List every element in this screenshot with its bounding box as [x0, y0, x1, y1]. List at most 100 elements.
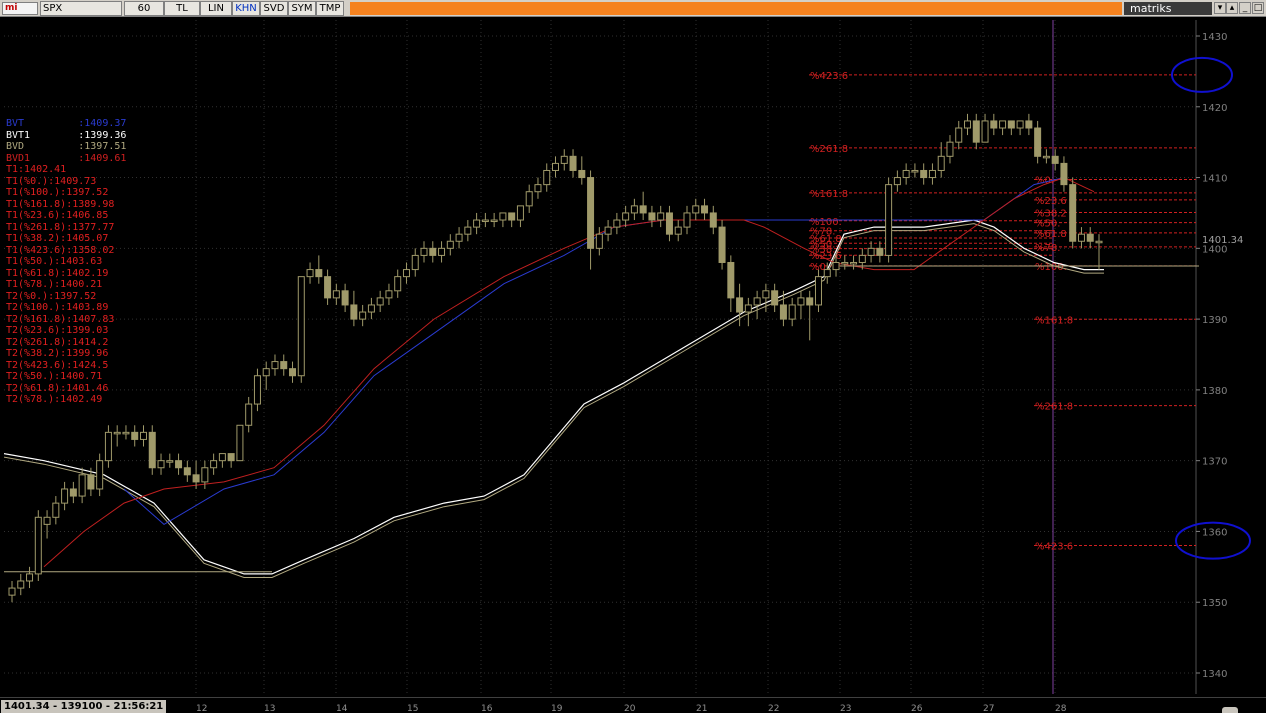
- candle-body: [990, 120, 998, 129]
- candle-body: [341, 290, 349, 306]
- date-axis-label: 28: [1055, 704, 1067, 713]
- candle-body: [166, 460, 174, 463]
- candle-body: [1095, 240, 1103, 244]
- candle-body: [885, 184, 893, 256]
- legend-entry: T2(%161.8):1407.83: [6, 313, 115, 325]
- legend-entry: T1(%0.):1409.73: [6, 175, 97, 187]
- candle-body: [201, 467, 209, 483]
- candle-body: [402, 269, 410, 278]
- candle-body: [622, 212, 630, 221]
- candle-body: [999, 120, 1007, 129]
- logo-text: mi: [5, 3, 18, 13]
- candle-body: [543, 169, 551, 186]
- candle-body: [1060, 162, 1068, 186]
- price-axis-label: 1430: [1202, 32, 1227, 43]
- candle-body: [727, 261, 735, 299]
- candle-body: [613, 219, 621, 228]
- legend-entry: T1(%78.):1400.21: [6, 279, 103, 290]
- candle-body: [262, 368, 270, 377]
- candle-body: [1034, 127, 1042, 157]
- indicator-legend: BVT :1409.37 BVT1 :1399.36 BVD :1397.51 BVD…: [6, 118, 126, 406]
- price-axis-label: 1390: [1202, 315, 1227, 326]
- candle-body: [473, 219, 481, 228]
- legend-entry: T2(%0.):1397.52: [6, 290, 97, 302]
- candle-body: [385, 290, 393, 299]
- brand-selector[interactable]: matriks: [1124, 2, 1212, 15]
- legend-entry: BVT :1409.37: [6, 118, 127, 129]
- candle-body: [499, 212, 507, 221]
- scroll-up-icon[interactable]: ▴: [1226, 2, 1238, 14]
- toolbar-button-60[interactable]: 60: [124, 1, 164, 16]
- toolbar-button-sym[interactable]: SYM: [288, 1, 316, 16]
- candle-body: [87, 474, 95, 490]
- candle-body: [657, 212, 665, 221]
- legend-entry: T2(%100.):1403.89: [6, 302, 109, 313]
- legend-entry: T1:1402.41: [6, 164, 67, 175]
- candle-body: [455, 233, 463, 242]
- candle-body: [779, 304, 787, 320]
- maximize-icon[interactable]: □: [1252, 2, 1264, 14]
- candle-body: [218, 453, 226, 462]
- legend-entry: T2(%38.2):1399.96: [6, 348, 109, 359]
- candle-body: [516, 205, 524, 221]
- toolbar-button-svd[interactable]: SVD: [260, 1, 288, 16]
- candle-body: [639, 205, 647, 214]
- candle-body: [122, 431, 130, 435]
- candle-body: [245, 403, 253, 426]
- symbol-selector[interactable]: SPX: [40, 1, 122, 16]
- fib-level-label: %261.8: [810, 144, 848, 155]
- fib-level-label: %78.: [810, 227, 835, 238]
- candle-body: [175, 460, 183, 469]
- minimize-icon[interactable]: _: [1239, 2, 1251, 14]
- candle-body: [850, 261, 858, 265]
- candle-body: [867, 247, 875, 256]
- candle-body: [736, 297, 744, 313]
- legend-entry: BVD1 :1409.61: [6, 152, 127, 164]
- candle-body: [43, 516, 51, 525]
- legend-entry: T1(%50.):1403.63: [6, 256, 103, 267]
- legend-entry: BVD :1397.51: [6, 141, 127, 152]
- date-axis-label: 15: [407, 704, 419, 713]
- candle-body: [744, 304, 752, 313]
- candle-body: [1016, 120, 1024, 129]
- candle-body: [552, 162, 559, 171]
- candle-body: [446, 240, 454, 249]
- price-axis-label: 1340: [1202, 669, 1227, 680]
- toolbar-button-tmp[interactable]: TMP: [316, 1, 344, 16]
- candle-body: [429, 247, 437, 256]
- candle-body: [157, 460, 165, 469]
- legend-entry: T2(%78.):1402.49: [6, 394, 103, 405]
- candle-body: [26, 573, 34, 582]
- price-axis-label: 1350: [1202, 598, 1227, 609]
- candle-body: [964, 120, 972, 129]
- toolbar-button-tl[interactable]: TL: [164, 1, 200, 16]
- candle-body: [858, 254, 866, 263]
- toolbar-button-lin[interactable]: LIN: [200, 1, 232, 16]
- legend-entry: T1(%261.8):1377.77: [6, 221, 115, 233]
- date-axis-label: 23: [840, 704, 852, 713]
- candle-body: [955, 127, 963, 143]
- dropdown-icon[interactable]: ▾: [1214, 2, 1226, 14]
- candle-body: [61, 488, 69, 504]
- candle-body: [420, 247, 428, 256]
- candle-body: [648, 212, 656, 221]
- legend-entry: T1(%100.):1397.52: [6, 187, 109, 198]
- date-axis-label: 26: [911, 704, 923, 713]
- candle-body: [359, 311, 367, 320]
- candle-body: [920, 169, 928, 179]
- matriks-logo-icon[interactable]: mi: [2, 2, 38, 15]
- bvd-line: [4, 223, 1104, 578]
- toolbar-button-khn[interactable]: KHN: [232, 1, 260, 16]
- candle-body: [525, 191, 533, 207]
- candle-body: [946, 141, 954, 157]
- candle-body: [674, 226, 682, 235]
- fib-level-label: %78.: [1035, 243, 1060, 254]
- candle-body: [104, 431, 112, 462]
- candle-body: [630, 205, 638, 214]
- last-price-label: 1401.34: [1202, 235, 1243, 246]
- scroll-handle[interactable]: [1222, 707, 1238, 713]
- candle-body: [227, 453, 235, 462]
- legend-entry: T2(%61.8):1401.46: [6, 382, 109, 394]
- candle-body: [692, 205, 700, 214]
- price-chart[interactable]: 1430 1420 1410 1400 1390 1380 1370 1360 1350 1340…: [4, 20, 1262, 694]
